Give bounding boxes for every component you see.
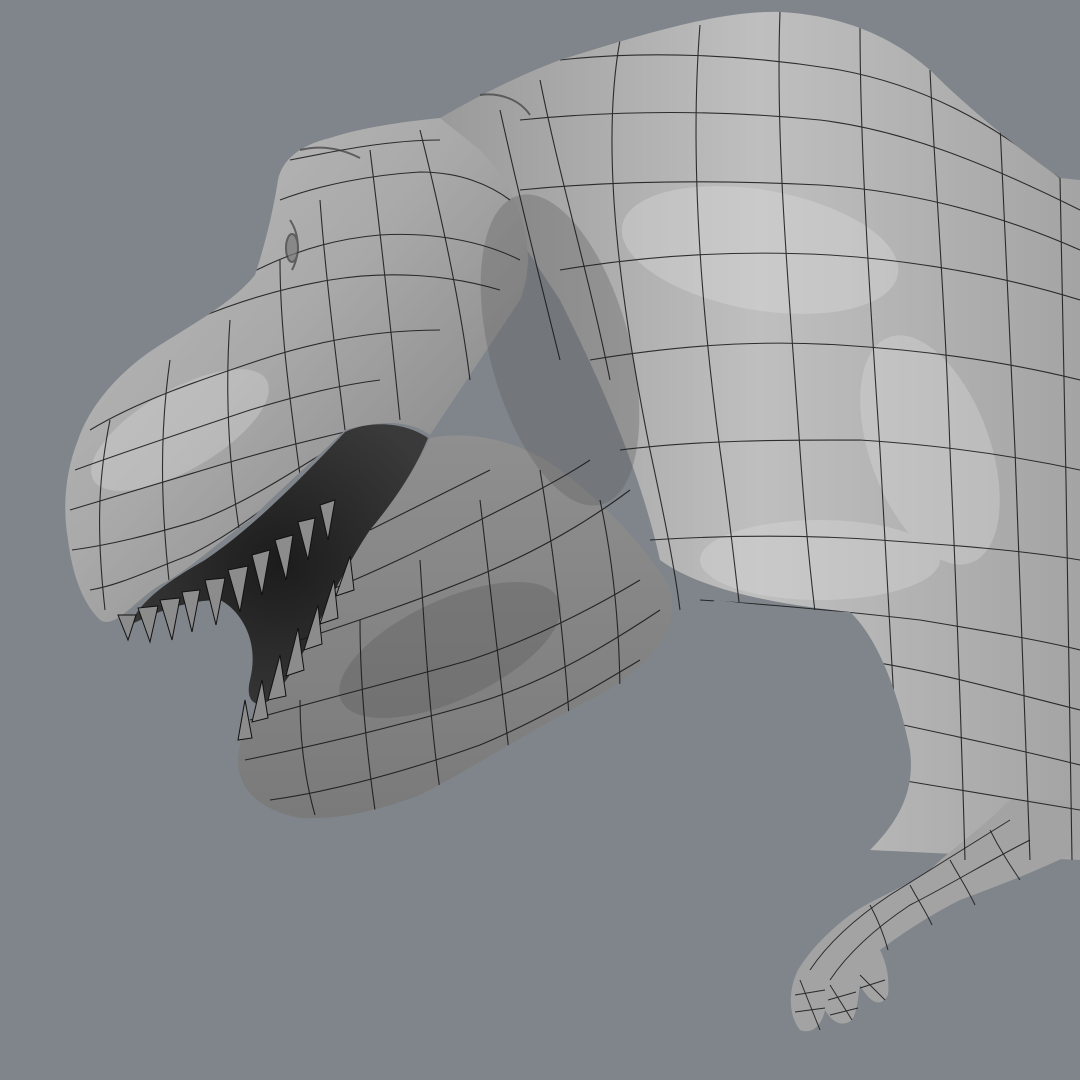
t-rex-model [65, 11, 1080, 1032]
render-viewport [0, 0, 1080, 1080]
